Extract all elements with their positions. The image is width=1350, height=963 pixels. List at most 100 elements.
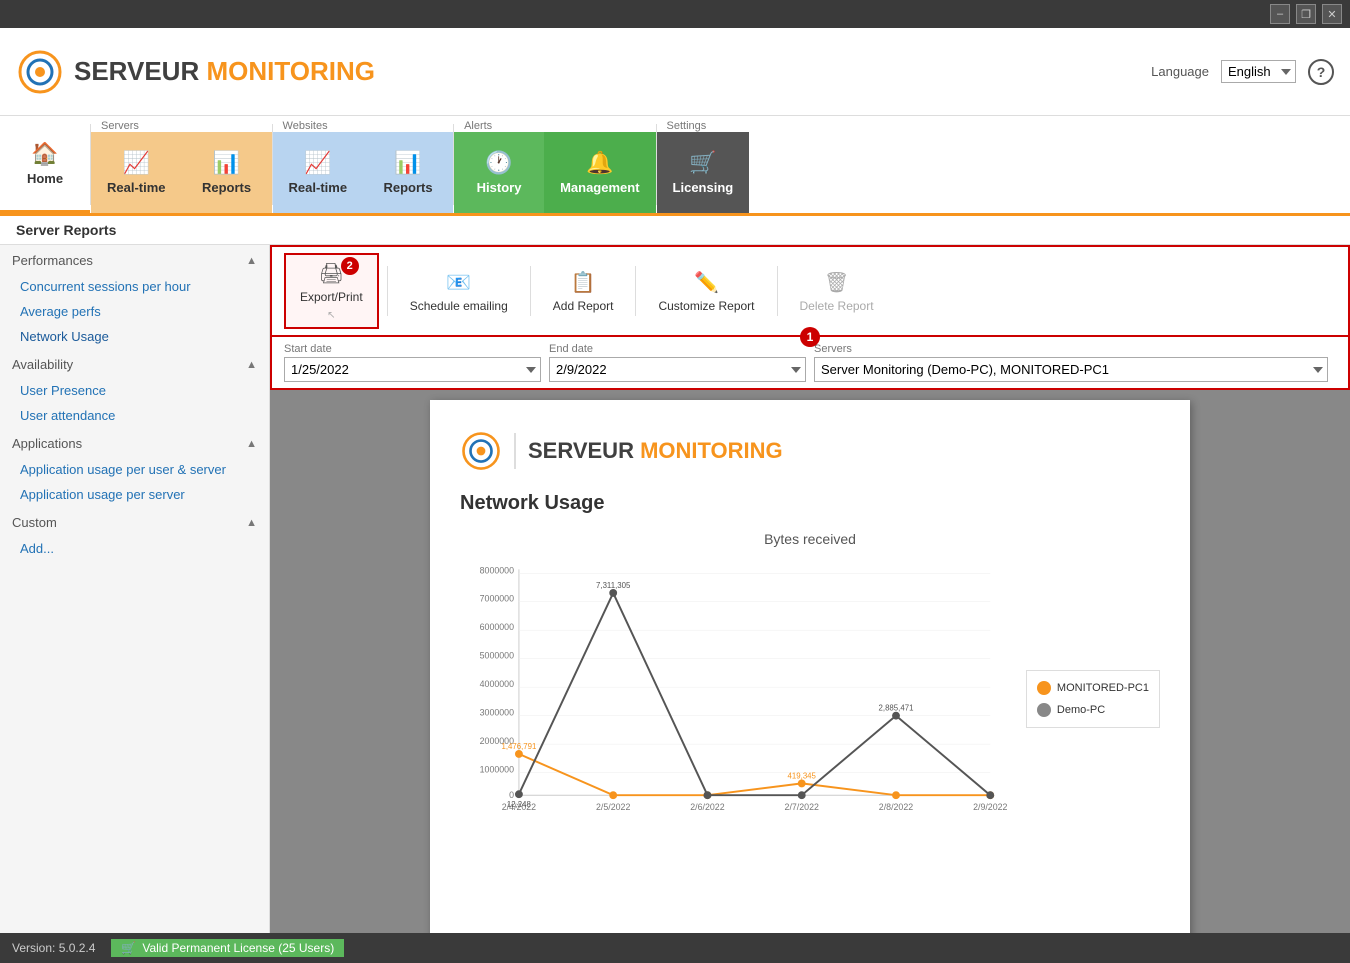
nav-settings-licensing[interactable]: 🛒 Licensing — [657, 132, 750, 213]
sidebar-section-performances-header[interactable]: Performances ▲ — [0, 245, 269, 274]
end-date-select[interactable]: 2/9/2022 — [549, 357, 806, 382]
sidebar-item-add-custom[interactable]: Add... — [0, 536, 269, 561]
svg-text:419,345: 419,345 — [788, 772, 817, 781]
sidebar-item-avgperfs[interactable]: Average perfs — [0, 299, 269, 324]
license-icon: 🛒 — [121, 941, 136, 955]
customize-report-button[interactable]: ✏️ Customize Report — [644, 264, 768, 319]
sidebar-applications-title: Applications — [12, 436, 82, 451]
nav-servers-realtime[interactable]: 📈 Real-time — [91, 132, 182, 213]
nav-servers-items: 📈 Real-time 📊 Reports — [91, 132, 272, 213]
customize-report-label: Customize Report — [658, 299, 754, 313]
sidebar-section-custom-header[interactable]: Custom ▲ — [0, 507, 269, 536]
home-icon: 🏠 — [31, 141, 58, 167]
start-date-select[interactable]: 1/25/2022 — [284, 357, 541, 382]
customize-icon: ✏️ — [694, 270, 719, 295]
main-content: 2 🖨 Export/Print ↖ 📧 Schedule emailing 📋… — [270, 245, 1350, 933]
logo: SERVEUR MONITORING — [16, 48, 375, 96]
report-logo-sep — [514, 433, 516, 469]
nav-websites-reports[interactable]: 📊 Reports — [363, 132, 453, 213]
export-badge: 2 — [341, 257, 359, 275]
svg-text:3000000: 3000000 — [480, 708, 514, 718]
nav-websites-items: 📈 Real-time 📊 Reports — [273, 132, 454, 213]
filter-badge: 1 — [800, 327, 820, 347]
sidebar-section-availability: Availability ▲ User Presence User attend… — [0, 349, 269, 428]
nav-settings-items: 🛒 Licensing — [657, 132, 750, 213]
sidebar-custom-title: Custom — [12, 515, 57, 530]
minimize-button[interactable]: – — [1270, 4, 1290, 24]
nav-servers-reports-label: Reports — [202, 180, 251, 195]
delete-report-button[interactable]: 🗑 Delete Report — [786, 264, 888, 319]
chart-title: Bytes received — [460, 531, 1160, 547]
nav-websites-reports-label: Reports — [384, 180, 433, 195]
nav-bar: 🏠 Home Servers 📈 Real-time 📊 Reports Web… — [0, 116, 1350, 216]
svg-text:12,248: 12,248 — [507, 800, 532, 809]
sidebar-section-custom: Custom ▲ Add... — [0, 507, 269, 561]
schedule-emailing-button[interactable]: 📧 Schedule emailing — [396, 264, 522, 319]
report-page: SERVEUR MONITORING Network Usage Bytes r… — [430, 400, 1190, 933]
websites-realtime-icon: 📈 — [304, 150, 331, 176]
nav-alerts-history[interactable]: 🕐 History — [454, 132, 544, 213]
sidebar-availability-title: Availability — [12, 357, 73, 372]
applications-collapse-icon: ▲ — [246, 438, 257, 450]
legend-label-2: Demo-PC — [1057, 704, 1105, 716]
export-print-button[interactable]: 2 🖨 Export/Print ↖ — [284, 253, 379, 329]
header-right: Language English French German ? — [1151, 59, 1334, 85]
add-report-button[interactable]: 📋 Add Report — [539, 264, 628, 319]
legend-item-1: MONITORED-PC1 — [1037, 681, 1149, 695]
svg-text:4000000: 4000000 — [480, 679, 514, 689]
servers-label: Servers — [814, 343, 1328, 355]
report-area[interactable]: SERVEUR MONITORING Network Usage Bytes r… — [270, 390, 1350, 933]
sidebar-item-app-user-server[interactable]: Application usage per user & server — [0, 457, 269, 482]
nav-websites-realtime[interactable]: 📈 Real-time — [273, 132, 364, 213]
nav-websites-realtime-label: Real-time — [289, 180, 348, 195]
availability-collapse-icon: ▲ — [246, 359, 257, 371]
custom-collapse-icon: ▲ — [246, 517, 257, 529]
nav-alerts-title: Alerts — [454, 116, 655, 132]
sidebar-item-app-server[interactable]: Application usage per server — [0, 482, 269, 507]
nav-alerts-management[interactable]: 🔔 Management — [544, 132, 655, 213]
sidebar-item-network[interactable]: Network Usage — [0, 324, 269, 349]
schedule-icon: 📧 — [446, 270, 471, 295]
sidebar-item-user-presence[interactable]: User Presence — [0, 378, 269, 403]
websites-reports-icon: 📊 — [394, 150, 421, 176]
maximize-button[interactable]: ❐ — [1296, 4, 1316, 24]
license-text: Valid Permanent License (25 Users) — [142, 941, 334, 955]
filter-servers-group: Servers Server Monitoring (Demo-PC), MON… — [814, 343, 1328, 382]
nav-group-alerts: Alerts 🕐 History 🔔 Management — [454, 116, 655, 213]
export-print-label: Export/Print — [300, 290, 363, 304]
legend-item-2: Demo-PC — [1037, 703, 1149, 717]
sidebar-item-concurrent[interactable]: Concurrent sessions per hour — [0, 274, 269, 299]
sidebar-section-availability-header[interactable]: Availability ▲ — [0, 349, 269, 378]
sidebar-section-applications-header[interactable]: Applications ▲ — [0, 428, 269, 457]
nav-group-servers: Servers 📈 Real-time 📊 Reports — [91, 116, 272, 213]
nav-servers-title: Servers — [91, 116, 272, 132]
content-area: Performances ▲ Concurrent sessions per h… — [0, 245, 1350, 933]
help-button[interactable]: ? — [1308, 59, 1334, 85]
toolbar: 2 🖨 Export/Print ↖ 📧 Schedule emailing 📋… — [270, 245, 1350, 337]
sidebar-item-user-attendance[interactable]: User attendance — [0, 403, 269, 428]
close-button[interactable]: ✕ — [1322, 4, 1342, 24]
legend-color-2 — [1037, 703, 1051, 717]
language-select[interactable]: English French German — [1221, 60, 1296, 83]
sidebar-section-performances: Performances ▲ Concurrent sessions per h… — [0, 245, 269, 349]
toolbar-sep-3 — [635, 266, 636, 316]
svg-text:1000000: 1000000 — [480, 765, 514, 775]
nav-servers-realtime-label: Real-time — [107, 180, 166, 195]
license-badge: 🛒 Valid Permanent License (25 Users) — [111, 939, 344, 957]
nav-servers-reports[interactable]: 📊 Reports — [182, 132, 272, 213]
status-bar: Version: 5.0.2.4 🛒 Valid Permanent Licen… — [0, 933, 1350, 963]
nav-websites-title: Websites — [273, 116, 454, 132]
svg-text:0: 0 — [509, 790, 514, 800]
sidebar: Performances ▲ Concurrent sessions per h… — [0, 245, 270, 933]
nav-group-websites: Websites 📈 Real-time 📊 Reports — [273, 116, 454, 213]
nav-group-settings: Settings 🛒 Licensing — [657, 116, 750, 213]
nav-settings-licensing-label: Licensing — [673, 180, 734, 195]
toolbar-sep-1 — [387, 266, 388, 316]
servers-select[interactable]: Server Monitoring (Demo-PC), MONITORED-P… — [814, 357, 1328, 382]
nav-home[interactable]: 🏠 Home — [0, 116, 90, 213]
schedule-emailing-label: Schedule emailing — [410, 299, 508, 313]
svg-text:2,885,471: 2,885,471 — [879, 704, 914, 713]
performances-collapse-icon: ▲ — [246, 255, 257, 267]
add-report-label: Add Report — [553, 299, 614, 313]
logo-text: SERVEUR MONITORING — [74, 56, 375, 87]
